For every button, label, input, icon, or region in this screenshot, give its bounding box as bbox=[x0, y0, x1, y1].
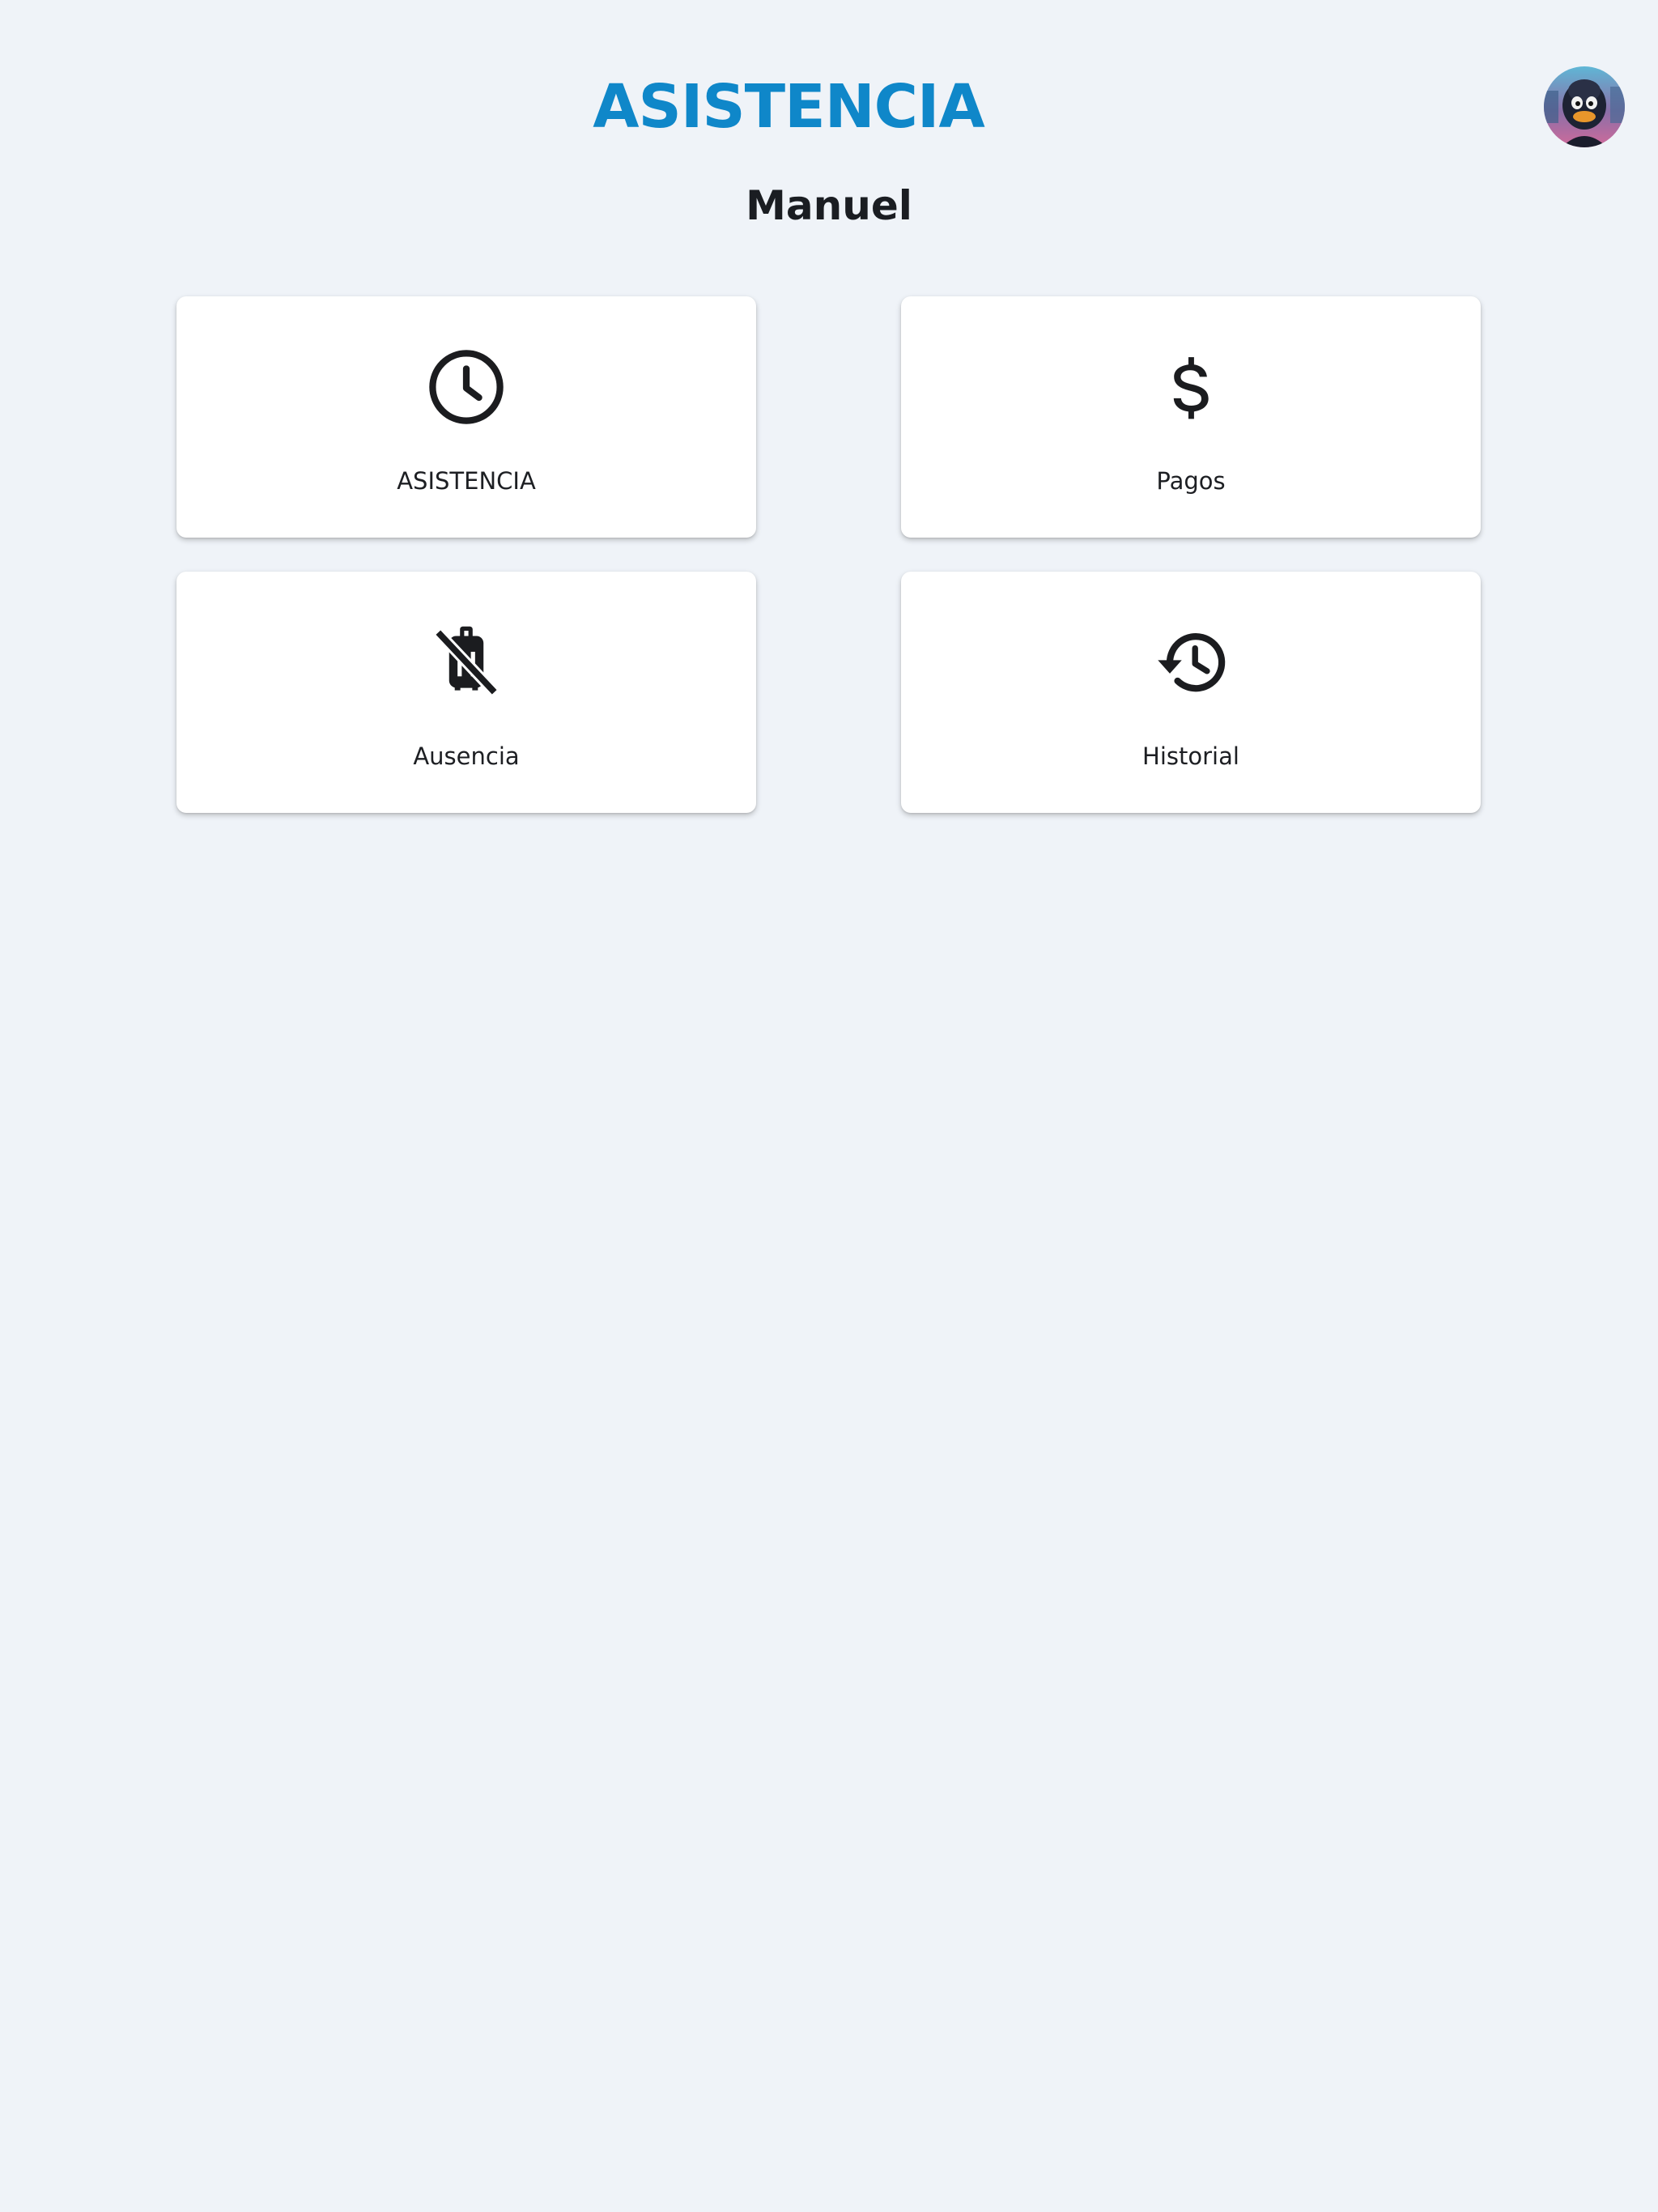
pagos-card[interactable]: Pagos bbox=[901, 296, 1481, 538]
historial-label: Historial bbox=[1142, 742, 1239, 770]
app-title: ASISTENCIA bbox=[593, 72, 984, 142]
clock-icon bbox=[176, 345, 756, 429]
dollar-icon bbox=[901, 345, 1481, 429]
asistencia-card[interactable]: ASISTENCIA bbox=[176, 296, 756, 538]
avatar-image bbox=[1544, 66, 1625, 147]
history-icon bbox=[901, 620, 1481, 704]
user-name: Manuel bbox=[746, 182, 912, 229]
ausencia-label: Ausencia bbox=[413, 742, 520, 770]
asistencia-label: ASISTENCIA bbox=[397, 467, 536, 495]
no-luggage-icon bbox=[176, 620, 756, 704]
user-avatar[interactable] bbox=[1544, 66, 1625, 147]
historial-card[interactable]: Historial bbox=[901, 572, 1481, 813]
pagos-label: Pagos bbox=[1156, 467, 1226, 495]
ausencia-card[interactable]: Ausencia bbox=[176, 572, 756, 813]
